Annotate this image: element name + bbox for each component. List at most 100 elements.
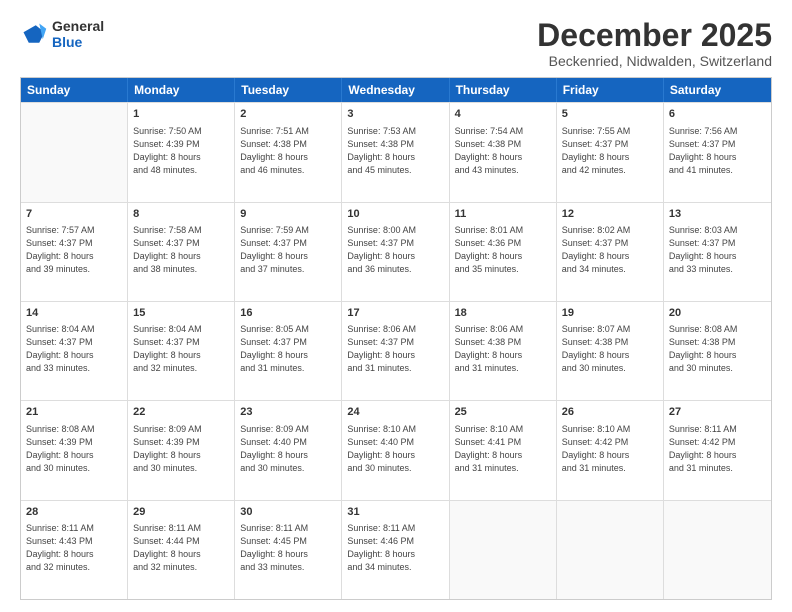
day-number: 31 <box>347 505 443 520</box>
day-cell-25: 25 Sunrise: 8:10 AM Sunset: 4:41 PM Dayli… <box>450 401 557 499</box>
day-info: Sunrise: 7:55 AM Sunset: 4:37 PM Dayligh… <box>562 125 658 177</box>
day-info: Sunrise: 8:06 AM Sunset: 4:38 PM Dayligh… <box>455 323 551 375</box>
day-info: Sunrise: 7:51 AM Sunset: 4:38 PM Dayligh… <box>240 125 336 177</box>
day-cell-10: 10 Sunrise: 8:00 AM Sunset: 4:37 PM Dayli… <box>342 203 449 301</box>
day-number: 21 <box>26 405 122 420</box>
day-number: 8 <box>133 207 229 222</box>
empty-cell <box>557 501 664 599</box>
week-row-0: 1 Sunrise: 7:50 AM Sunset: 4:39 PM Daylig… <box>21 102 771 201</box>
day-cell-29: 29 Sunrise: 8:11 AM Sunset: 4:44 PM Dayli… <box>128 501 235 599</box>
header: General Blue December 2025 Beckenried, N… <box>20 18 772 69</box>
logo-text: General Blue <box>52 18 104 50</box>
day-number: 27 <box>669 405 766 420</box>
day-number: 19 <box>562 306 658 321</box>
calendar-body: 1 Sunrise: 7:50 AM Sunset: 4:39 PM Daylig… <box>21 102 771 599</box>
empty-cell <box>450 501 557 599</box>
header-day-tuesday: Tuesday <box>235 78 342 102</box>
day-info: Sunrise: 8:00 AM Sunset: 4:37 PM Dayligh… <box>347 224 443 276</box>
header-day-friday: Friday <box>557 78 664 102</box>
day-number: 7 <box>26 207 122 222</box>
day-info: Sunrise: 7:56 AM Sunset: 4:37 PM Dayligh… <box>669 125 766 177</box>
day-info: Sunrise: 8:10 AM Sunset: 4:40 PM Dayligh… <box>347 423 443 475</box>
calendar-header: SundayMondayTuesdayWednesdayThursdayFrid… <box>21 78 771 102</box>
header-day-saturday: Saturday <box>664 78 771 102</box>
day-info: Sunrise: 8:03 AM Sunset: 4:37 PM Dayligh… <box>669 224 766 276</box>
day-number: 6 <box>669 107 766 122</box>
day-number: 10 <box>347 207 443 222</box>
empty-cell <box>21 103 128 201</box>
day-cell-27: 27Sunrise: 8:11 AM Sunset: 4:42 PM Dayli… <box>664 401 771 499</box>
day-info: Sunrise: 8:05 AM Sunset: 4:37 PM Dayligh… <box>240 323 336 375</box>
day-number: 11 <box>455 207 551 222</box>
subtitle: Beckenried, Nidwalden, Switzerland <box>537 53 772 69</box>
day-info: Sunrise: 7:57 AM Sunset: 4:37 PM Dayligh… <box>26 224 122 276</box>
day-cell-31: 31 Sunrise: 8:11 AM Sunset: 4:46 PM Dayli… <box>342 501 449 599</box>
day-number: 25 <box>455 405 551 420</box>
day-number: 23 <box>240 405 336 420</box>
day-cell-9: 9 Sunrise: 7:59 AM Sunset: 4:37 PM Daylig… <box>235 203 342 301</box>
logo-icon <box>20 20 48 48</box>
day-number: 16 <box>240 306 336 321</box>
day-cell-20: 20Sunrise: 8:08 AM Sunset: 4:38 PM Dayli… <box>664 302 771 400</box>
day-cell-17: 17 Sunrise: 8:06 AM Sunset: 4:37 PM Dayli… <box>342 302 449 400</box>
day-number: 2 <box>240 107 336 122</box>
day-cell-18: 18 Sunrise: 8:06 AM Sunset: 4:38 PM Dayli… <box>450 302 557 400</box>
week-row-3: 21 Sunrise: 8:08 AM Sunset: 4:39 PM Dayli… <box>21 400 771 499</box>
day-number: 9 <box>240 207 336 222</box>
week-row-2: 14 Sunrise: 8:04 AM Sunset: 4:37 PM Dayli… <box>21 301 771 400</box>
day-info: Sunrise: 7:59 AM Sunset: 4:37 PM Dayligh… <box>240 224 336 276</box>
day-number: 28 <box>26 505 122 520</box>
day-number: 24 <box>347 405 443 420</box>
day-cell-7: 7 Sunrise: 7:57 AM Sunset: 4:37 PM Daylig… <box>21 203 128 301</box>
calendar: SundayMondayTuesdayWednesdayThursdayFrid… <box>20 77 772 600</box>
day-cell-5: 5 Sunrise: 7:55 AM Sunset: 4:37 PM Daylig… <box>557 103 664 201</box>
day-number: 26 <box>562 405 658 420</box>
day-info: Sunrise: 8:11 AM Sunset: 4:44 PM Dayligh… <box>133 522 229 574</box>
day-info: Sunrise: 8:08 AM Sunset: 4:39 PM Dayligh… <box>26 423 122 475</box>
day-info: Sunrise: 8:11 AM Sunset: 4:46 PM Dayligh… <box>347 522 443 574</box>
day-cell-21: 21 Sunrise: 8:08 AM Sunset: 4:39 PM Dayli… <box>21 401 128 499</box>
day-info: Sunrise: 7:50 AM Sunset: 4:39 PM Dayligh… <box>133 125 229 177</box>
day-cell-23: 23 Sunrise: 8:09 AM Sunset: 4:40 PM Dayli… <box>235 401 342 499</box>
header-day-sunday: Sunday <box>21 78 128 102</box>
day-info: Sunrise: 8:10 AM Sunset: 4:41 PM Dayligh… <box>455 423 551 475</box>
day-cell-15: 15 Sunrise: 8:04 AM Sunset: 4:37 PM Dayli… <box>128 302 235 400</box>
week-row-1: 7 Sunrise: 7:57 AM Sunset: 4:37 PM Daylig… <box>21 202 771 301</box>
day-number: 12 <box>562 207 658 222</box>
day-number: 18 <box>455 306 551 321</box>
day-cell-22: 22Sunrise: 8:09 AM Sunset: 4:39 PM Dayli… <box>128 401 235 499</box>
day-cell-16: 16 Sunrise: 8:05 AM Sunset: 4:37 PM Dayli… <box>235 302 342 400</box>
day-number: 13 <box>669 207 766 222</box>
day-number: 29 <box>133 505 229 520</box>
day-cell-14: 14 Sunrise: 8:04 AM Sunset: 4:37 PM Dayli… <box>21 302 128 400</box>
day-info: Sunrise: 8:04 AM Sunset: 4:37 PM Dayligh… <box>133 323 229 375</box>
day-info: Sunrise: 8:06 AM Sunset: 4:37 PM Dayligh… <box>347 323 443 375</box>
day-cell-24: 24 Sunrise: 8:10 AM Sunset: 4:40 PM Dayli… <box>342 401 449 499</box>
day-info: Sunrise: 8:11 AM Sunset: 4:45 PM Dayligh… <box>240 522 336 574</box>
day-cell-28: 28 Sunrise: 8:11 AM Sunset: 4:43 PM Dayli… <box>21 501 128 599</box>
day-cell-4: 4Sunrise: 7:54 AM Sunset: 4:38 PM Daylig… <box>450 103 557 201</box>
day-number: 5 <box>562 107 658 122</box>
day-number: 14 <box>26 306 122 321</box>
header-day-wednesday: Wednesday <box>342 78 449 102</box>
day-number: 1 <box>133 107 229 122</box>
day-number: 15 <box>133 306 229 321</box>
day-info: Sunrise: 8:07 AM Sunset: 4:38 PM Dayligh… <box>562 323 658 375</box>
day-info: Sunrise: 8:10 AM Sunset: 4:42 PM Dayligh… <box>562 423 658 475</box>
day-info: Sunrise: 8:04 AM Sunset: 4:37 PM Dayligh… <box>26 323 122 375</box>
main-title: December 2025 <box>537 18 772 53</box>
day-info: Sunrise: 8:11 AM Sunset: 4:43 PM Dayligh… <box>26 522 122 574</box>
day-info: Sunrise: 8:09 AM Sunset: 4:39 PM Dayligh… <box>133 423 229 475</box>
logo: General Blue <box>20 18 104 50</box>
day-info: Sunrise: 8:01 AM Sunset: 4:36 PM Dayligh… <box>455 224 551 276</box>
day-cell-11: 11 Sunrise: 8:01 AM Sunset: 4:36 PM Dayli… <box>450 203 557 301</box>
day-info: Sunrise: 8:09 AM Sunset: 4:40 PM Dayligh… <box>240 423 336 475</box>
day-number: 17 <box>347 306 443 321</box>
header-day-monday: Monday <box>128 78 235 102</box>
day-cell-8: 8Sunrise: 7:58 AM Sunset: 4:37 PM Daylig… <box>128 203 235 301</box>
day-cell-13: 13 Sunrise: 8:03 AM Sunset: 4:37 PM Dayli… <box>664 203 771 301</box>
header-day-thursday: Thursday <box>450 78 557 102</box>
day-cell-12: 12Sunrise: 8:02 AM Sunset: 4:37 PM Dayli… <box>557 203 664 301</box>
day-number: 4 <box>455 107 551 122</box>
day-cell-26: 26 Sunrise: 8:10 AM Sunset: 4:42 PM Dayli… <box>557 401 664 499</box>
